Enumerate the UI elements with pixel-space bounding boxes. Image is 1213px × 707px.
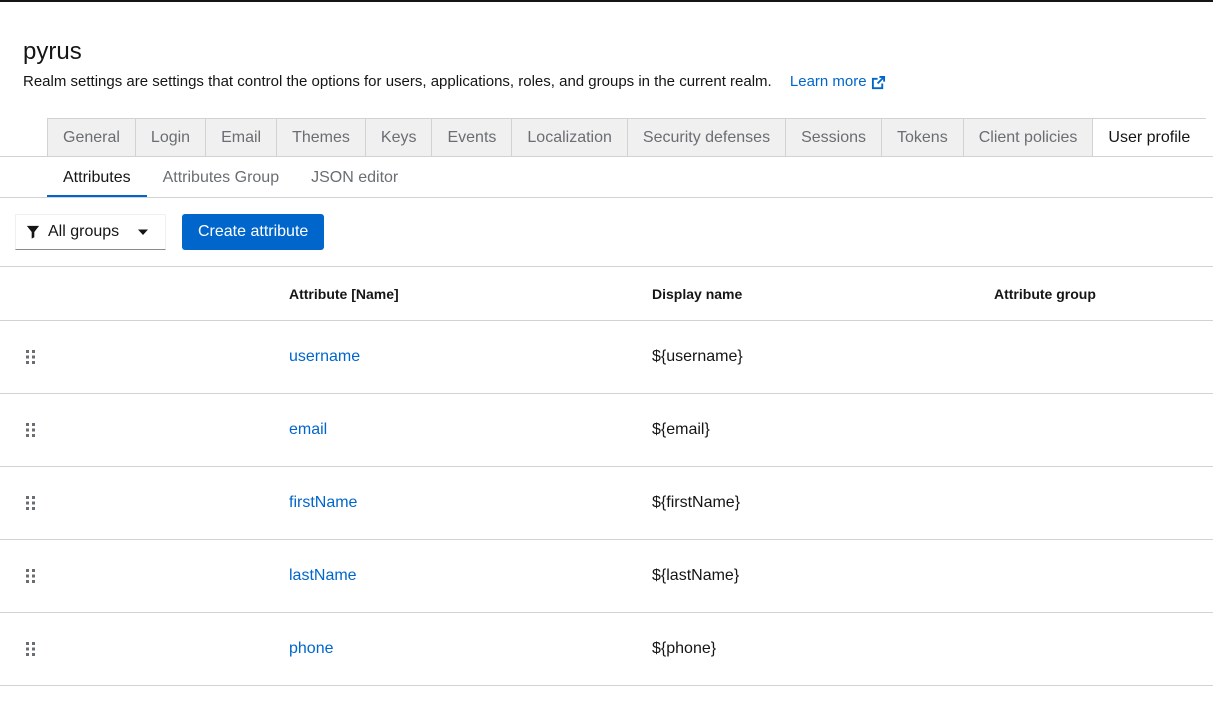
tab-events[interactable]: Events xyxy=(431,118,512,157)
attribute-name-link[interactable]: phone xyxy=(289,640,334,658)
drag-handle-icon[interactable] xyxy=(25,569,37,583)
drag-handle-icon[interactable] xyxy=(25,423,37,437)
tab-email[interactable]: Email xyxy=(205,118,277,157)
subtabs-divider xyxy=(0,197,1213,198)
tab-themes[interactable]: Themes xyxy=(276,118,365,157)
table-body: username ${username} email ${email} firstNam… xyxy=(0,321,1213,686)
page-title: pyrus xyxy=(23,38,82,65)
tab-sessions[interactable]: Sessions xyxy=(785,118,881,157)
tabs-divider xyxy=(0,156,1213,157)
create-attribute-button[interactable]: Create attribute xyxy=(182,214,325,250)
realm-settings-tabs: General Login Email Themes Keys Events Localiz… xyxy=(47,118,1207,157)
column-header-attribute-name[interactable]: Attribute [Name] xyxy=(289,286,399,302)
attribute-name-link[interactable]: email xyxy=(289,421,327,439)
attributes-table: Attribute [Name] Display name Attribute … xyxy=(0,266,1213,686)
display-name-cell: ${email} xyxy=(652,421,710,438)
tab-login[interactable]: Login xyxy=(134,118,206,157)
realm-description: Realm settings are settings that control… xyxy=(23,73,772,90)
top-border xyxy=(0,0,1213,2)
table-row: username ${username} xyxy=(0,321,1213,394)
page-description: Realm settings are settings that control… xyxy=(23,72,886,92)
drag-handle-icon[interactable] xyxy=(25,642,37,656)
display-name-cell: ${firstName} xyxy=(652,494,741,511)
column-header-display-name[interactable]: Display name xyxy=(652,286,742,302)
caret-down-icon xyxy=(138,229,148,235)
tab-tokens[interactable]: Tokens xyxy=(881,118,963,157)
tab-user-profile[interactable]: User profile xyxy=(1092,118,1207,157)
learn-more-link[interactable]: Learn more xyxy=(790,72,886,92)
attribute-name-link[interactable]: lastName xyxy=(289,567,357,585)
table-row: lastName ${lastName} xyxy=(0,540,1213,613)
drag-handle-icon[interactable] xyxy=(25,350,37,364)
group-filter-label: All groups xyxy=(48,223,120,240)
attribute-name-link[interactable]: username xyxy=(289,348,360,366)
tab-localization[interactable]: Localization xyxy=(511,118,627,157)
attribute-name-link[interactable]: firstName xyxy=(289,494,357,512)
tab-client-policies[interactable]: Client policies xyxy=(962,118,1093,157)
display-name-cell: ${phone} xyxy=(652,640,717,657)
table-row: phone ${phone} xyxy=(0,613,1213,686)
filter-icon xyxy=(26,225,40,239)
tab-keys[interactable]: Keys xyxy=(364,118,432,157)
display-name-cell: ${username} xyxy=(652,348,743,365)
table-header: Attribute [Name] Display name Attribute … xyxy=(0,266,1213,321)
display-name-cell: ${lastName} xyxy=(652,567,740,584)
tab-security-defenses[interactable]: Security defenses xyxy=(626,118,786,157)
learn-more-label: Learn more xyxy=(789,73,867,90)
tab-general[interactable]: General xyxy=(47,118,135,157)
table-row: email ${email} xyxy=(0,394,1213,467)
table-row: firstName ${firstName} xyxy=(0,467,1213,540)
page-header: pyrus xyxy=(23,38,82,66)
user-profile-subtabs: Attributes Attributes Group JSON editor xyxy=(47,158,414,198)
column-header-attribute-group[interactable]: Attribute group xyxy=(994,286,1096,302)
subtab-attributes[interactable]: Attributes xyxy=(47,158,147,198)
subtab-json-editor[interactable]: JSON editor xyxy=(295,158,414,198)
group-filter-select[interactable]: All groups xyxy=(15,214,166,250)
toolbar: All groups Create attribute xyxy=(15,214,325,250)
external-link-icon xyxy=(871,75,885,89)
drag-handle-icon[interactable] xyxy=(25,496,37,510)
subtab-attributes-group[interactable]: Attributes Group xyxy=(147,158,296,198)
